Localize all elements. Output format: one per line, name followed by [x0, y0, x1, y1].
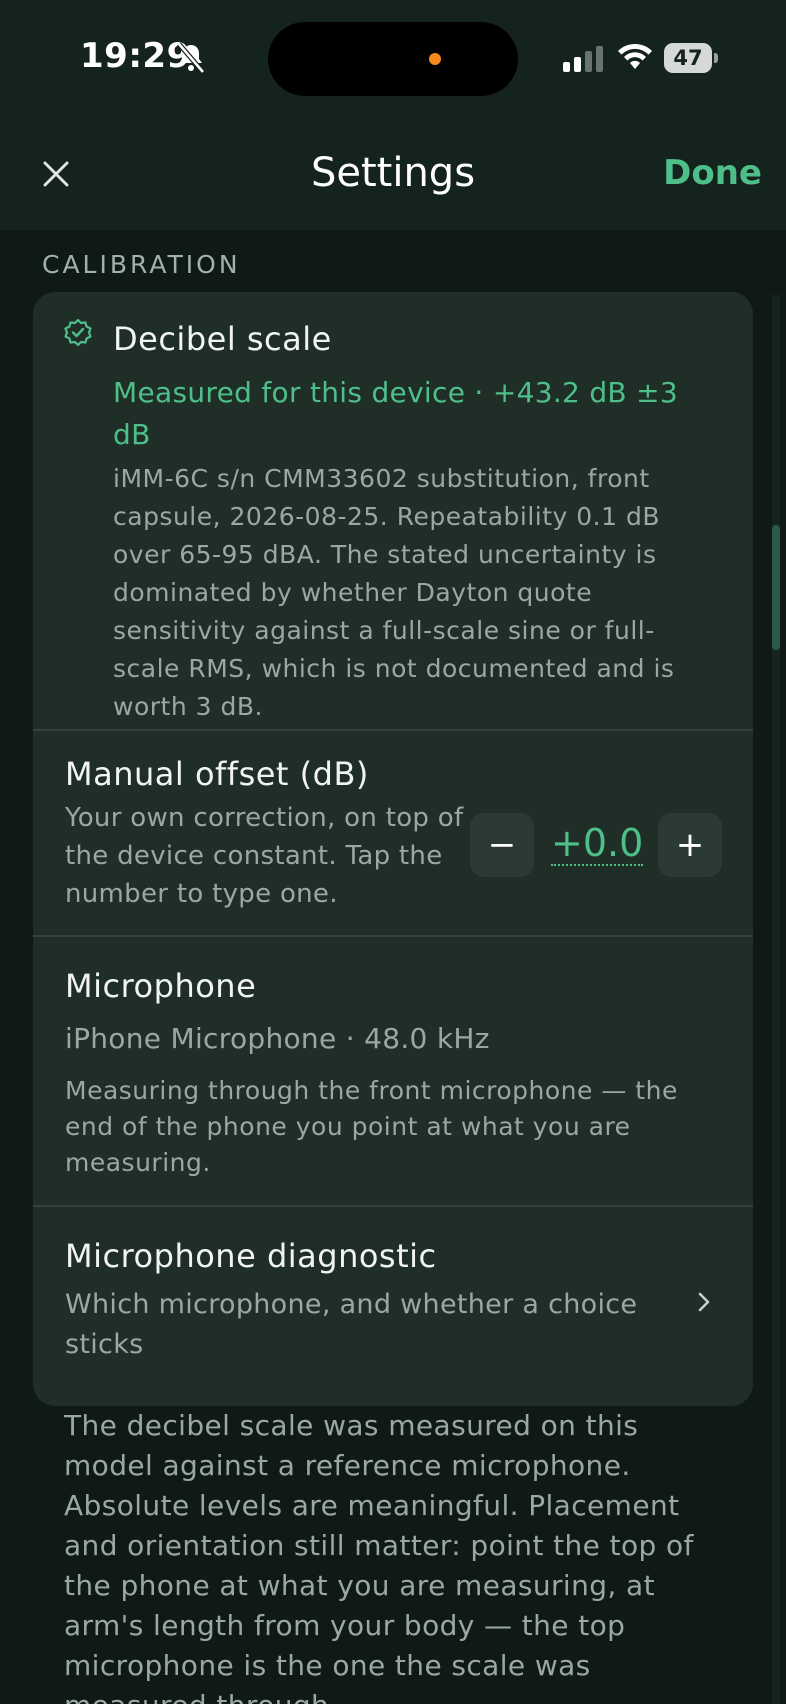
- status-bar: 19:29 47: [0, 0, 786, 120]
- recording-indicator-icon: [429, 53, 441, 65]
- microphone-diagnostic-row[interactable]: Microphone diagnostic Which microphone, …: [33, 1207, 753, 1406]
- manual-offset-row: Manual offset (dB) Your own correction, …: [33, 731, 753, 935]
- microphone-diagnostic-description: Which microphone, and whether a choice s…: [65, 1289, 638, 1360]
- microphone-info: iPhone Microphone · 48.0 kHz: [65, 1022, 490, 1055]
- manual-offset-title: Manual offset (dB): [65, 755, 369, 793]
- scrollbar-track[interactable]: [772, 295, 780, 1704]
- microphone-title: Microphone: [65, 967, 257, 1005]
- offset-decrement-button[interactable]: −: [470, 813, 534, 877]
- microphone-diagnostic-title: Microphone diagnostic: [65, 1237, 437, 1275]
- decibel-scale-status: Measured for this device · +43.2 dB ±3: [113, 376, 679, 409]
- microphone-description: Measuring through the front microphone —…: [65, 1076, 678, 1177]
- wifi-icon: [618, 43, 652, 69]
- calibration-footer-note: The decibel scale was measured on this m…: [64, 1409, 694, 1704]
- offset-value[interactable]: +0.0: [551, 822, 644, 866]
- calibration-card: Decibel scale Measured for this device ·…: [33, 292, 753, 1406]
- nav-bar: Settings Done: [0, 120, 786, 230]
- verified-badge-icon: [64, 318, 92, 347]
- manual-offset-description: Your own correction, on top of the devic…: [65, 803, 464, 909]
- dynamic-island: [268, 22, 518, 96]
- battery-icon: 47: [664, 43, 718, 73]
- status-time: 19:29: [80, 36, 191, 76]
- done-button[interactable]: Done: [663, 153, 762, 193]
- scrollbar-thumb[interactable]: [772, 525, 780, 650]
- bell-slash-icon: [177, 42, 205, 74]
- settings-content[interactable]: CALIBRATION Decibel scale Measured for t…: [0, 230, 786, 1704]
- battery-level: 47: [673, 46, 703, 70]
- cellular-signal-icon: [563, 46, 603, 72]
- section-header-calibration: CALIBRATION: [42, 250, 241, 279]
- decibel-scale-details: iMM-6C s/n CMM33602 substitution, front …: [113, 464, 675, 721]
- decibel-scale-row: Decibel scale Measured for this device ·…: [33, 292, 753, 729]
- decibel-scale-status-cont: dB: [113, 418, 151, 451]
- microphone-row: Microphone iPhone Microphone · 48.0 kHz …: [33, 937, 753, 1205]
- decibel-scale-title: Decibel scale: [113, 320, 332, 358]
- offset-increment-button[interactable]: +: [658, 813, 722, 877]
- chevron-right-icon: [698, 1292, 710, 1312]
